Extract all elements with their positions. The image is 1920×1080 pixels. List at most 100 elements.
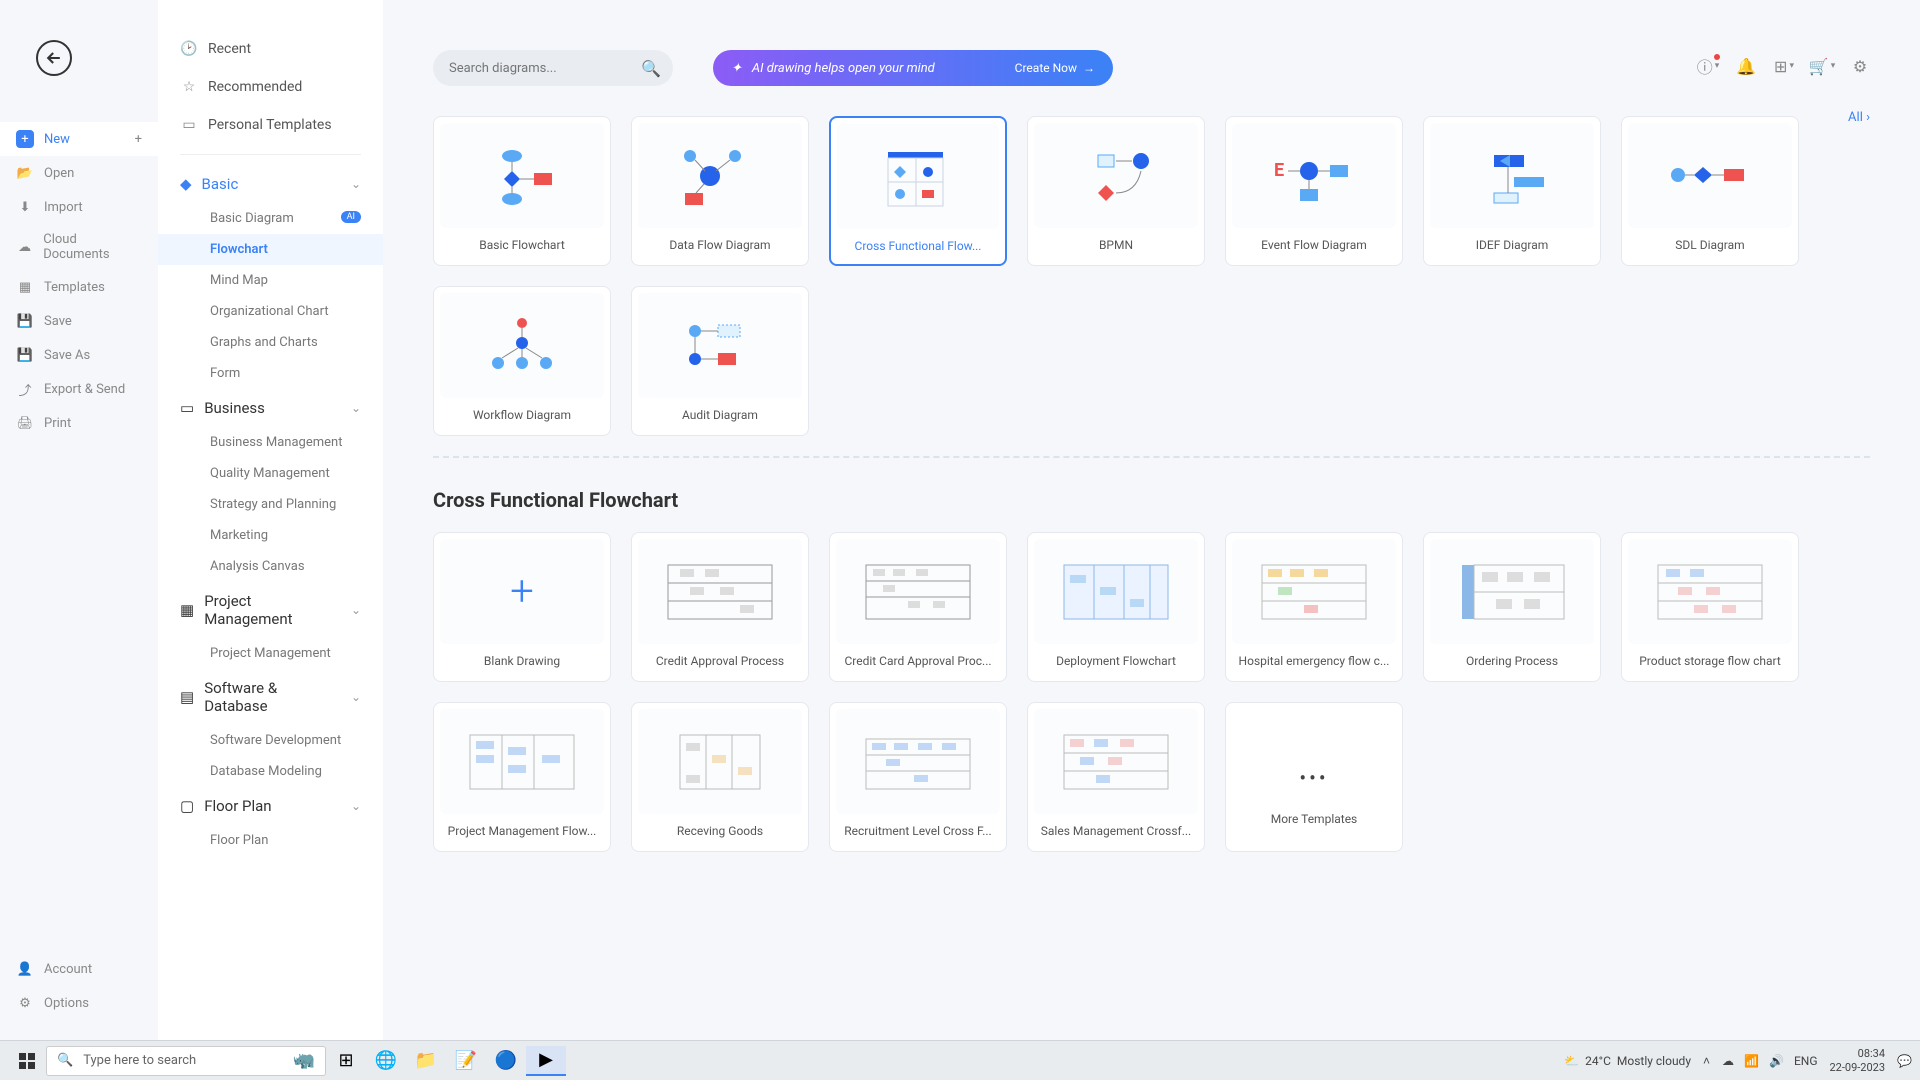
cat-basic-diagram[interactable]: Basic Diagram AI [158,203,383,234]
apps-icon[interactable]: ⊞▾ [1774,56,1794,76]
tray-chevron-icon[interactable]: ˄ [1703,1054,1710,1068]
template-credit-card[interactable]: Credit Card Approval Proc... [829,532,1007,682]
search-box[interactable]: 🔍 [433,50,673,86]
template-blank[interactable]: + Blank Drawing [433,532,611,682]
cat-org-chart[interactable]: Organizational Chart [158,296,383,327]
cat-section-pm[interactable]: ▦ Project Management ⌄ [158,582,383,638]
template-label: Recruitment Level Cross F... [830,814,1006,848]
folder-icon: 📂 [16,164,34,182]
cat-recommended[interactable]: ☆ Recommended [158,68,383,106]
plus-icon: + [16,130,34,148]
sidebar-cloud[interactable]: ☁ Cloud Documents [0,224,158,270]
cat-personal-label: Personal Templates [208,117,332,133]
template-bpmn[interactable]: BPMN [1027,116,1205,266]
taskbar-weather[interactable]: ⛅ 24°C Mostly cloudy [1564,1054,1691,1068]
search-icon[interactable]: 🔍 [641,59,661,78]
template-credit-approval[interactable]: Credit Approval Process [631,532,809,682]
cat-sp[interactable]: Strategy and Planning [158,489,383,520]
template-cross-functional[interactable]: Cross Functional Flow... [829,116,1007,266]
cat-ac[interactable]: Analysis Canvas [158,551,383,582]
star-icon: ☆ [180,78,198,96]
template-more[interactable]: ••• More Templates [1225,702,1403,852]
sidebar-save-as[interactable]: 💾 Save As [0,338,158,372]
cat-flowchart[interactable]: Flowchart [158,234,383,265]
cat-mk[interactable]: Marketing [158,520,383,551]
tray-language-icon[interactable]: ENG [1794,1054,1818,1068]
swimlane-preview-icon [1056,727,1176,797]
template-workflow[interactable]: Workflow Diagram [433,286,611,436]
cat-sd1[interactable]: Software Development [158,725,383,756]
taskbar-word[interactable]: 📝 [446,1046,486,1076]
cat-sd1-label: Software Development [210,733,341,748]
cat-sd2[interactable]: Database Modeling [158,756,383,787]
bell-icon[interactable]: 🔔 [1736,56,1756,76]
sidebar-options-label: Options [44,996,89,1011]
cat-recent[interactable]: 🕑 Recent [158,30,383,68]
tray-onedrive-icon[interactable]: ☁ [1722,1054,1734,1068]
template-label: Project Management Flow... [434,814,610,848]
cat-section-business[interactable]: ▭ Business ⌄ [158,389,383,427]
sidebar-open[interactable]: 📂 Open [0,156,158,190]
taskbar-search[interactable]: 🔍 Type here to search 🦏 [46,1046,326,1076]
template-sales-mgmt[interactable]: Sales Management Crossf... [1027,702,1205,852]
taskbar-edge[interactable]: 🌐 [366,1046,406,1076]
template-receiving[interactable]: Receving Goods [631,702,809,852]
tray-wifi-icon[interactable]: 📶 [1744,1054,1759,1068]
cart-icon[interactable]: 🛒▾ [1812,56,1832,76]
template-pm-flow[interactable]: Project Management Flow... [433,702,611,852]
taskbar-explorer[interactable]: 📁 [406,1046,446,1076]
taskbar-chrome[interactable]: 🔵 [486,1046,526,1076]
template-idef[interactable]: IDEF Diagram [1423,116,1601,266]
cat-fp1[interactable]: Floor Plan [158,825,383,856]
template-deployment[interactable]: Deployment Flowchart [1027,532,1205,682]
taskbar-edrawmax[interactable]: ▶ [526,1046,566,1076]
all-link[interactable]: All › [1848,110,1870,125]
cat-personal[interactable]: ▭ Personal Templates [158,106,383,144]
ai-banner[interactable]: ✦ AI drawing helps open your mind Create… [713,50,1113,86]
cat-mind-map[interactable]: Mind Map [158,265,383,296]
clock-date: 22-09-2023 [1830,1061,1886,1074]
ai-create-now[interactable]: Create Now → [1015,61,1095,75]
sidebar-templates[interactable]: ▦ Templates [0,270,158,304]
search-input[interactable] [433,50,673,86]
template-product-storage[interactable]: Product storage flow chart [1621,532,1799,682]
template-hospital[interactable]: Hospital emergency flow c... [1225,532,1403,682]
windows-taskbar: 🔍 Type here to search 🦏 ⊞ 🌐 📁 📝 🔵 ▶ ⛅ 24… [0,1040,1920,1080]
start-button[interactable] [8,1046,46,1076]
cat-bm[interactable]: Business Management [158,427,383,458]
cat-pm1[interactable]: Project Management [158,638,383,669]
sidebar-save[interactable]: 💾 Save [0,304,158,338]
cat-graphs[interactable]: Graphs and Charts [158,327,383,358]
template-data-flow[interactable]: Data Flow Diagram [631,116,809,266]
task-view-icon[interactable]: ⊞ [326,1046,366,1076]
preview [638,123,802,228]
template-sdl[interactable]: SDL Diagram [1621,116,1799,266]
template-ordering[interactable]: Ordering Process [1423,532,1601,682]
tray-volume-icon[interactable]: 🔊 [1769,1054,1784,1068]
sidebar-options[interactable]: ⚙ Options [0,986,158,1020]
template-basic-flowchart[interactable]: Basic Flowchart [433,116,611,266]
add-icon[interactable]: + [135,132,142,147]
sidebar-import[interactable]: ⬇ Import [0,190,158,224]
sidebar-export[interactable]: ⤴ Export & Send [0,372,158,406]
template-recruitment[interactable]: Recruitment Level Cross F... [829,702,1007,852]
taskbar-clock[interactable]: 08:34 22-09-2023 [1830,1047,1886,1073]
cat-section-sd[interactable]: ▤ Software & Database ⌄ [158,669,383,725]
cat-section-fp[interactable]: ▢ Floor Plan ⌄ [158,787,383,825]
tray-notifications-icon[interactable]: 💬 [1897,1054,1912,1068]
preview [836,709,1000,814]
sidebar-print[interactable]: 🖨 Print [0,406,158,440]
back-button[interactable] [36,40,72,76]
sidebar-account[interactable]: 👤 Account [0,952,158,986]
ai-badge: AI [341,211,361,223]
cat-form[interactable]: Form [158,358,383,389]
cat-section-basic[interactable]: ◆ Basic ⌄ [158,165,383,203]
template-event-flow[interactable]: E Event Flow Diagram [1225,116,1403,266]
settings-icon[interactable]: ⚙ [1850,56,1870,76]
template-audit[interactable]: Audit Diagram [631,286,809,436]
cat-orgchart-label: Organizational Chart [210,304,329,319]
help-icon[interactable]: ⓘ▾ [1698,56,1718,76]
sidebar-new[interactable]: + New + [0,122,158,156]
cat-qm[interactable]: Quality Management [158,458,383,489]
cat-sd2-label: Database Modeling [210,764,322,779]
